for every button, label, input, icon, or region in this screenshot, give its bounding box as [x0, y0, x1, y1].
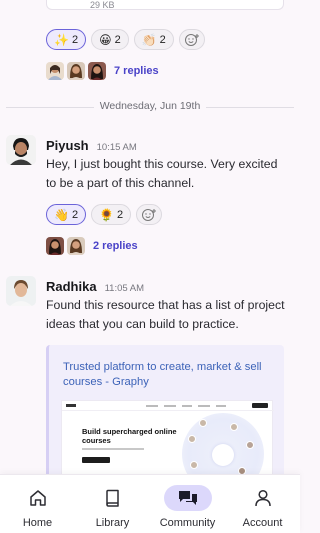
reaction-count: 2	[159, 33, 166, 46]
add-reaction-button[interactable]	[136, 204, 163, 225]
nav-community[interactable]: Community	[150, 475, 225, 533]
reaction-chip[interactable]: 👋 2	[46, 204, 87, 225]
bottom-navigation: Home Library Community Account	[0, 474, 300, 533]
reply-avatars	[46, 237, 85, 255]
reaction-bar: 👋 2 🌻 2	[46, 204, 163, 225]
avatar	[67, 62, 85, 80]
replies-link[interactable]: 2 replies	[93, 240, 138, 252]
wave-emoji: 👋	[54, 207, 69, 222]
person-icon	[254, 489, 271, 507]
book-icon	[105, 489, 119, 507]
avatar[interactable]	[6, 276, 36, 306]
nav-home[interactable]: Home	[0, 475, 75, 533]
reaction-chip[interactable]: ✨ 2	[46, 29, 87, 50]
message-text: Found this resource that has a list of p…	[46, 298, 285, 331]
clap-emoji: 👏🏻	[141, 32, 157, 47]
reaction-count: 2	[71, 208, 79, 221]
add-emoji-icon	[184, 33, 199, 46]
replies-link[interactable]: 7 replies	[114, 65, 159, 77]
replies-row[interactable]: 2 replies	[46, 237, 138, 255]
add-reaction-button[interactable]	[178, 29, 205, 50]
message-text: Hey, I just bought this course. Very exc…	[46, 157, 278, 190]
file-size: 29 KB	[90, 0, 115, 10]
avatar[interactable]	[6, 135, 36, 165]
grinning-emoji: 😀	[99, 32, 112, 47]
nav-label: Home	[22, 517, 53, 529]
replies-row[interactable]: 7 replies	[46, 62, 159, 80]
nav-label: Library	[95, 517, 130, 529]
message-feed[interactable]: 29 KB ✨ 2 😀 2 👏🏻 2 7 replies Wednesday, …	[0, 0, 300, 474]
reaction-chip[interactable]: 👏🏻 2	[133, 29, 174, 50]
chat-bubbles-icon	[178, 491, 197, 505]
add-emoji-icon	[142, 208, 157, 221]
avatar	[46, 62, 64, 80]
message-time: 11:05 AM	[104, 283, 145, 294]
nav-account[interactable]: Account	[225, 475, 300, 533]
reaction-chip[interactable]: 🌻 2	[91, 204, 132, 225]
author-name[interactable]: Piyush	[46, 138, 89, 153]
link-preview-card[interactable]: Trusted platform to create, market & sel…	[46, 345, 284, 474]
sunflower-emoji: 🌻	[99, 207, 115, 222]
author-name[interactable]: Radhika	[46, 279, 97, 294]
reaction-chip[interactable]: 😀 2	[91, 29, 129, 50]
reaction-count: 2	[114, 33, 121, 46]
date-divider: Wednesday, Jun 19th	[0, 100, 300, 114]
nav-label: Community	[159, 517, 216, 529]
link-preview-title[interactable]: Trusted platform to create, market & sel…	[63, 360, 278, 390]
message-time: 10:15 AM	[96, 142, 137, 153]
reaction-count: 2	[117, 208, 124, 221]
avatar	[46, 237, 64, 255]
reply-avatars	[46, 62, 106, 80]
avatar	[88, 62, 106, 80]
attachment-card[interactable]	[46, 0, 284, 10]
reaction-bar: ✨ 2 😀 2 👏🏻 2	[46, 29, 205, 50]
reaction-count: 2	[71, 33, 79, 46]
preview-headline: Build supercharged online courses	[82, 427, 177, 445]
nav-label: Account	[242, 517, 283, 529]
link-preview-image[interactable]: Build supercharged online courses	[61, 400, 274, 474]
home-icon	[29, 490, 46, 506]
avatar	[67, 237, 85, 255]
sparkles-emoji: ✨	[54, 32, 69, 47]
date-label: Wednesday, Jun 19th	[93, 100, 207, 112]
nav-library[interactable]: Library	[75, 475, 150, 533]
